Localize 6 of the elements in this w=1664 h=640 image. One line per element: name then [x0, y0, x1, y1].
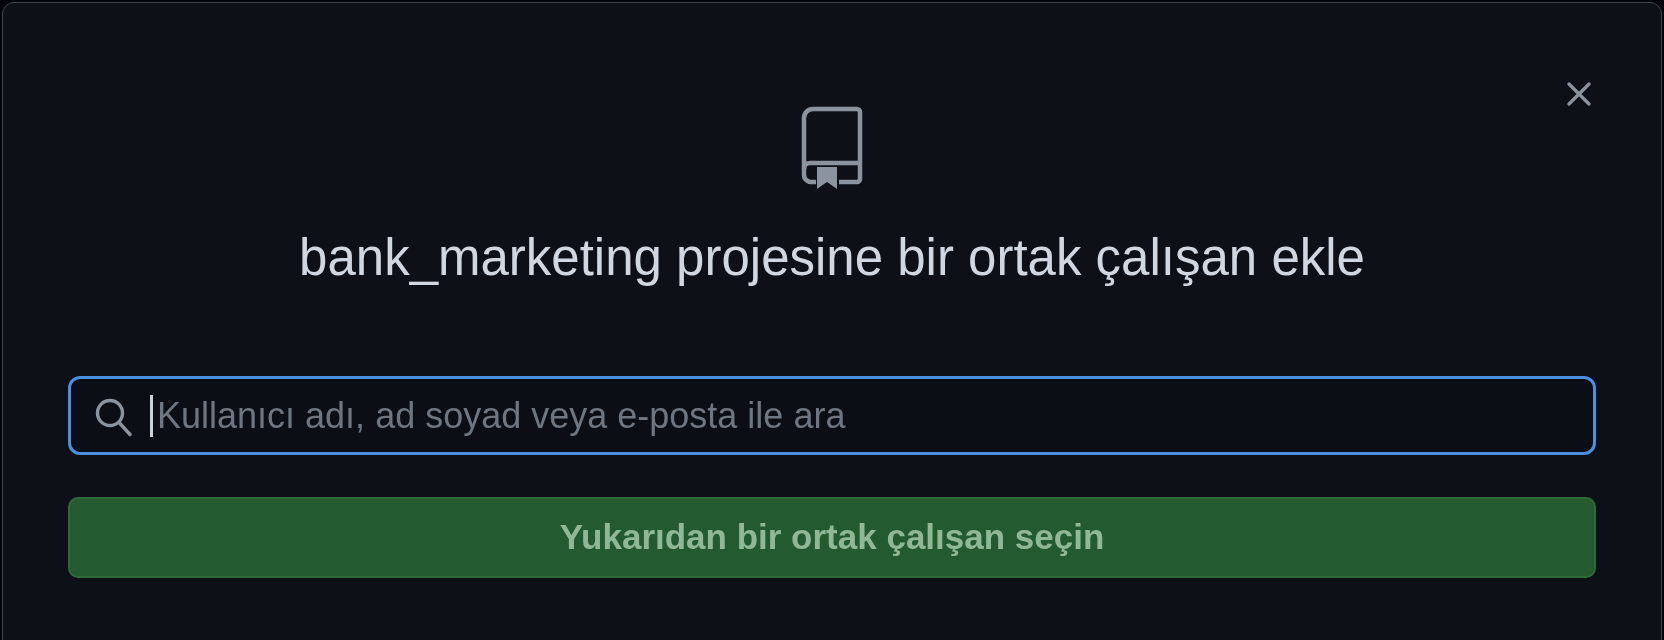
text-cursor-icon [150, 395, 153, 437]
search-field[interactable]: Kullanıcı adı, ad soyad veya e-posta ile ara [68, 376, 1596, 455]
close-icon[interactable] [1567, 82, 1591, 106]
book-icon [801, 106, 863, 190]
search-icon [95, 398, 132, 437]
dialog-title: bank_marketing projesine bir ortak çalışan ekle [299, 228, 1365, 288]
